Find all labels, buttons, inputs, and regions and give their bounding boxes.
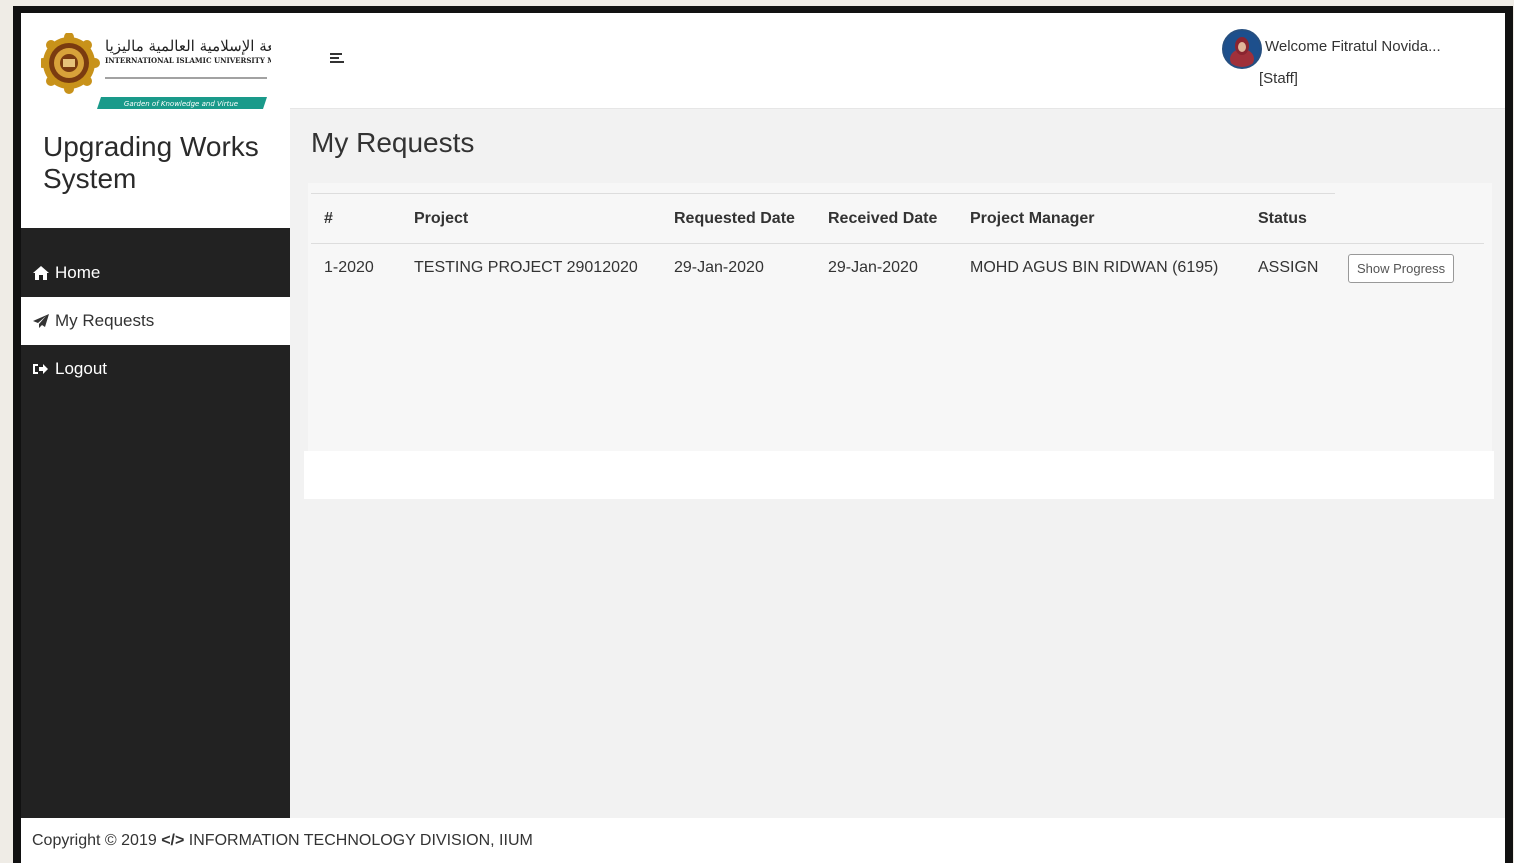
- cell-id: 1-2020: [324, 259, 374, 276]
- column-header-number: #: [311, 193, 401, 244]
- user-role: [Staff]: [1259, 70, 1298, 87]
- sidebar-item-logout[interactable]: Logout: [21, 345, 290, 393]
- copyright-org: INFORMATION TECHNOLOGY DIVISION, IIUM: [188, 832, 533, 849]
- page-title: My Requests: [311, 127, 475, 158]
- main-content: My Requests # Project Requested Date Rec…: [290, 108, 1505, 818]
- sidebar-item-home[interactable]: Home: [21, 249, 290, 297]
- brand-panel: الجامعة الإسلامية العالمية ماليزيا INTER…: [21, 13, 290, 228]
- show-progress-button[interactable]: Show Progress: [1348, 253, 1455, 283]
- app: الجامعة الإسلامية العالمية ماليزيا INTER…: [21, 13, 1505, 863]
- table-row: 1-2020 TESTING PROJECT 29012020 29-Jan-2…: [311, 244, 1484, 293]
- cell-status: ASSIGN: [1258, 259, 1319, 276]
- copyright-prefix: Copyright © 2019: [32, 832, 157, 849]
- column-header-action: [1335, 193, 1484, 244]
- cell-project: TESTING PROJECT 29012020: [414, 259, 638, 276]
- table-header-row: # Project Requested Date Received Date P…: [311, 193, 1484, 244]
- welcome-text[interactable]: Welcome Fitratul Novida...: [1265, 38, 1441, 55]
- copyright-text: Copyright © 2019 </> INFORMATION TECHNOL…: [32, 832, 533, 850]
- sign-out-icon: [32, 360, 52, 378]
- cell-requested-date: 29-Jan-2020: [674, 259, 764, 276]
- requests-table: # Project Requested Date Received Date P…: [311, 193, 1484, 292]
- code-icon: </>: [161, 832, 185, 849]
- cell-action: Show Progress: [1335, 244, 1484, 293]
- sidebar-item-my-requests[interactable]: My Requests: [21, 297, 290, 345]
- sidebar-item-label: Home: [55, 263, 101, 282]
- column-header-project-manager: Project Manager: [957, 193, 1245, 244]
- column-header-status: Status: [1245, 193, 1335, 244]
- cell-received-date: 29-Jan-2020: [828, 259, 918, 276]
- system-title: Upgrading Works System: [43, 131, 259, 194]
- cell-project-manager: MOHD AGUS BIN RIDWAN (6195): [970, 259, 1219, 276]
- avatar[interactable]: [1222, 29, 1262, 69]
- column-header-project: Project: [401, 193, 661, 244]
- panel-footer: [304, 451, 1494, 499]
- sidebar-nav: Home My Requests Logout: [21, 249, 290, 393]
- sidebar-item-label: My Requests: [55, 311, 155, 330]
- home-icon: [32, 264, 52, 282]
- svg-text:Garden of Knowledge and Virtue: Garden of Knowledge and Virtue: [124, 100, 238, 108]
- sidebar: الجامعة الإسلامية العالمية ماليزيا INTER…: [21, 13, 290, 818]
- svg-text:INTERNATIONAL ISLAMIC UNIVERSI: INTERNATIONAL ISLAMIC UNIVERSITY MALAYSI…: [105, 56, 271, 65]
- column-header-received-date: Received Date: [815, 193, 957, 244]
- footer: Copyright © 2019 </> INFORMATION TECHNOL…: [21, 818, 1505, 863]
- column-header-requested-date: Requested Date: [661, 193, 815, 244]
- svg-text:الجامعة الإسلامية العالمية مال: الجامعة الإسلامية العالمية ماليزيا: [105, 37, 271, 55]
- menu-toggle-icon[interactable]: [330, 51, 344, 65]
- sidebar-item-label: Logout: [55, 359, 107, 378]
- paper-plane-icon: [32, 312, 52, 330]
- iium-logo: الجامعة الإسلامية العالمية ماليزيا INTER…: [41, 33, 271, 109]
- top-header: Welcome Fitratul Novida... [Staff]: [290, 13, 1505, 109]
